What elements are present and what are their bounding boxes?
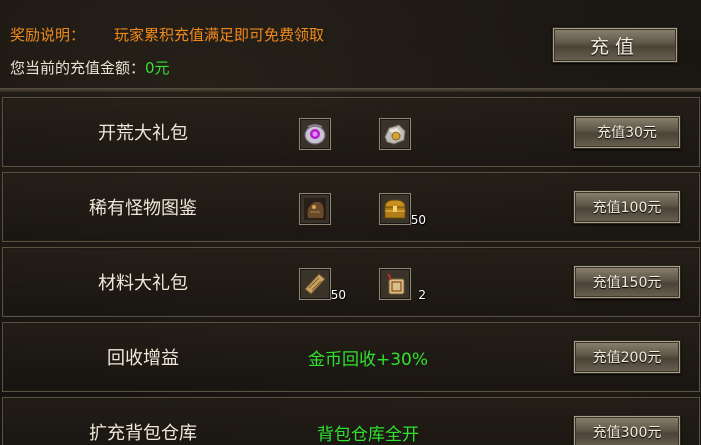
notice-text: 玩家累积充值满足即可免费领取: [114, 26, 325, 44]
reward-row: 回收增益 金币回收+30% 充值200元: [2, 322, 700, 392]
recharge-100-button[interactable]: 充值100元: [573, 190, 681, 224]
recharge-30-button[interactable]: 充值30元: [573, 115, 681, 149]
header: 奖励说明： 玩家累积充值满足即可免费领取 您当前的充值金额：0元 充值: [0, 0, 701, 88]
reward-row: 材料大礼包 50 2 充值150元: [2, 247, 700, 317]
amount-label: 您当前的充值金额：: [10, 59, 146, 77]
header-divider: [0, 88, 701, 92]
reward-title: 开荒大礼包: [98, 123, 188, 144]
reward-title: 扩充背包仓库: [89, 423, 197, 444]
amount-value: 0元: [145, 59, 170, 77]
reward-row: 扩充背包仓库 背包仓库全开 充值300元: [2, 397, 700, 445]
item-count: 2: [418, 288, 426, 302]
recharge-300-button[interactable]: 充值300元: [573, 415, 681, 445]
reward-row: 稀有怪物图鉴 50 充值100元: [2, 172, 700, 242]
recharge-reward-panel: 奖励说明： 玩家累积充值满足即可免费领取 您当前的充值金额：0元 充值 开荒大礼…: [0, 0, 701, 445]
bonus-text: 背包仓库全开: [317, 424, 419, 445]
scroll-icon[interactable]: 50: [299, 268, 346, 302]
item-count: 50: [410, 213, 426, 227]
notice-label: 奖励说明：: [10, 26, 86, 44]
gold-treasure-chest-icon[interactable]: 50: [379, 193, 426, 227]
reward-row: 开荒大礼包 充值30元: [2, 97, 700, 167]
monster-card-icon[interactable]: [299, 193, 331, 225]
silver-ore-icon[interactable]: [379, 118, 411, 150]
reward-title: 回收增益: [107, 348, 179, 369]
recharge-200-button[interactable]: 充值200元: [573, 340, 681, 374]
bonus-text: 金币回收+30%: [307, 349, 429, 370]
purple-gem-bag-icon[interactable]: [299, 118, 331, 150]
recharge-button[interactable]: 充值: [552, 27, 678, 63]
reward-title: 稀有怪物图鉴: [89, 198, 197, 219]
recharge-150-button[interactable]: 充值150元: [573, 265, 681, 299]
reward-title: 材料大礼包: [98, 273, 188, 294]
current-amount: 您当前的充值金额：0元: [10, 57, 170, 78]
charm-token-icon[interactable]: 2: [379, 268, 426, 302]
item-count: 50: [330, 288, 346, 302]
